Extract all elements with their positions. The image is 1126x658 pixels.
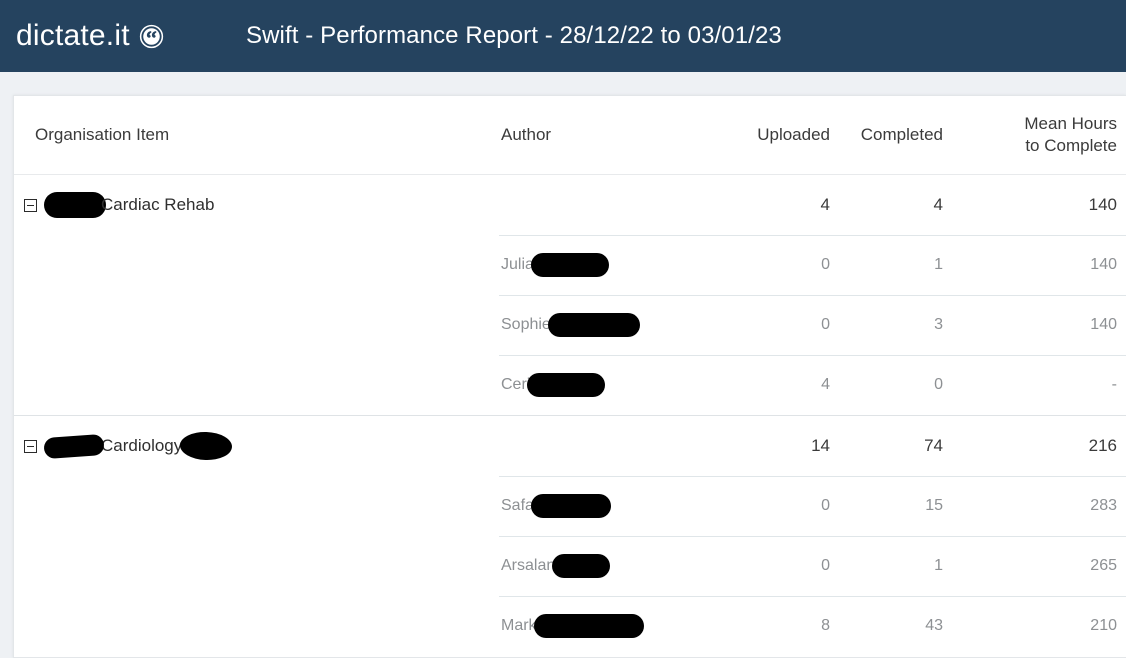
author-name: Ceri	[501, 376, 531, 394]
author-name: Julia	[501, 256, 534, 273]
row-completed-value: 3	[854, 294, 967, 355]
table-row[interactable]: Arsalan 0 1 265	[14, 535, 1126, 596]
row-author-cell: Julia	[499, 234, 749, 295]
column-header-uploaded: Uploaded	[749, 96, 854, 174]
author-name: Safa	[501, 497, 534, 514]
performance-report-table: Organisation Item Author Uploaded Comple…	[14, 96, 1126, 656]
group-name: Cardiac Rehab	[101, 195, 215, 214]
column-header-completed: Completed	[854, 96, 967, 174]
redaction-block	[533, 614, 644, 639]
group-mean-hours-value: 140	[1088, 194, 1117, 214]
row-completed-value: 1	[854, 234, 967, 295]
row-mean-hours-value: 283	[967, 475, 1126, 536]
row-mean-hours-value: 210	[967, 595, 1126, 656]
group-completed-value: 4	[933, 194, 943, 214]
brand-name: dictate.it	[16, 19, 130, 52]
dictate-circle-icon	[139, 24, 164, 49]
row-uploaded-value: 0	[749, 475, 854, 536]
row-uploaded-value: 0	[749, 294, 854, 355]
group-row[interactable]: Cardiac Rehab 4 4 140	[14, 175, 1126, 235]
group-author-cell	[499, 175, 749, 235]
group-completed-value: 74	[924, 435, 943, 455]
row-author-cell: Safa	[499, 475, 749, 536]
row-completed-value: 1	[854, 535, 967, 596]
redaction-block	[530, 253, 609, 277]
row-uploaded-value: 0	[749, 535, 854, 596]
minus-box-icon[interactable]	[24, 198, 37, 212]
column-header-mean-hours-line1: Mean Hours	[1024, 114, 1117, 134]
table-row[interactable]: Ceri 4 0-	[14, 354, 1126, 415]
group-organisation-cell[interactable]: Cardiac Rehab	[14, 175, 499, 235]
redaction-block	[43, 433, 105, 459]
row-mean-hours-value: 265	[967, 535, 1126, 596]
column-header-mean-hours-line2: to Complete	[1025, 136, 1117, 155]
table-row[interactable]: Julia 0 1 140	[14, 234, 1126, 295]
row-organisation-cell	[14, 355, 499, 415]
row-organisation-cell	[14, 235, 499, 295]
redaction-block	[547, 313, 640, 337]
table-row[interactable]: Mark 8 43 210	[14, 595, 1126, 656]
minus-box-icon[interactable]	[24, 439, 37, 453]
group-uploaded-value: 14	[811, 435, 830, 455]
row-uploaded-value: 8	[749, 595, 854, 656]
row-uploaded-value: 4	[749, 354, 854, 415]
group-organisation-cell[interactable]: Cardiology	[14, 416, 499, 476]
row-uploaded-value: 0	[749, 234, 854, 295]
table-row[interactable]: Safa 0 15 283	[14, 475, 1126, 536]
row-organisation-cell	[14, 536, 499, 596]
row-completed-value: 43	[854, 595, 967, 656]
row-author-cell: Sophie	[499, 294, 749, 355]
row-author-cell: Ceri	[499, 354, 749, 415]
row-organisation-cell	[14, 596, 499, 656]
author-name: Arsalan	[501, 557, 556, 574]
report-card: Organisation Item Author Uploaded Comple…	[13, 95, 1126, 658]
row-completed-value: 0	[854, 354, 967, 415]
row-completed-value: 15	[854, 475, 967, 536]
app-header: dictate.it Swift - Performance Report - …	[0, 0, 1126, 72]
row-mean-hours-value: 140	[967, 234, 1126, 295]
column-header-organisation-item: Organisation Item	[14, 96, 499, 174]
redaction-block	[44, 192, 106, 218]
row-organisation-cell	[14, 476, 499, 536]
brand-logo[interactable]: dictate.it	[16, 21, 216, 51]
table-row[interactable]: Sophie 0 3 140	[14, 294, 1126, 355]
row-organisation-cell	[14, 295, 499, 355]
author-name: Sophie	[501, 316, 551, 333]
redaction-block	[552, 554, 611, 578]
group-name: Cardiology	[101, 436, 183, 455]
author-name: Mark	[501, 617, 537, 635]
table-header: Organisation Item Author Uploaded Comple…	[14, 96, 1126, 175]
row-mean-hours-value: 140	[967, 294, 1126, 355]
row-author-cell: Arsalan	[499, 535, 749, 596]
row-mean-hours-value: -	[967, 354, 1126, 415]
table-body: Cardiac Rehab 4 4 140 Julia 0 1 140 Sophie 0 3 140 C…	[14, 175, 1126, 656]
redaction-block	[179, 431, 233, 461]
group-mean-hours-value: 216	[1088, 435, 1117, 455]
page-title: Swift - Performance Report - 28/12/22 to…	[246, 22, 782, 49]
column-header-mean-hours: Mean Hours to Complete	[967, 96, 1126, 174]
redaction-block	[527, 373, 606, 398]
group-row[interactable]: Cardiology 14 74 216	[14, 416, 1126, 476]
group-uploaded-value: 4	[820, 194, 830, 214]
column-header-author: Author	[499, 96, 749, 174]
row-author-cell: Mark	[499, 595, 749, 656]
redaction-block	[530, 494, 611, 518]
group-author-cell	[499, 416, 749, 476]
